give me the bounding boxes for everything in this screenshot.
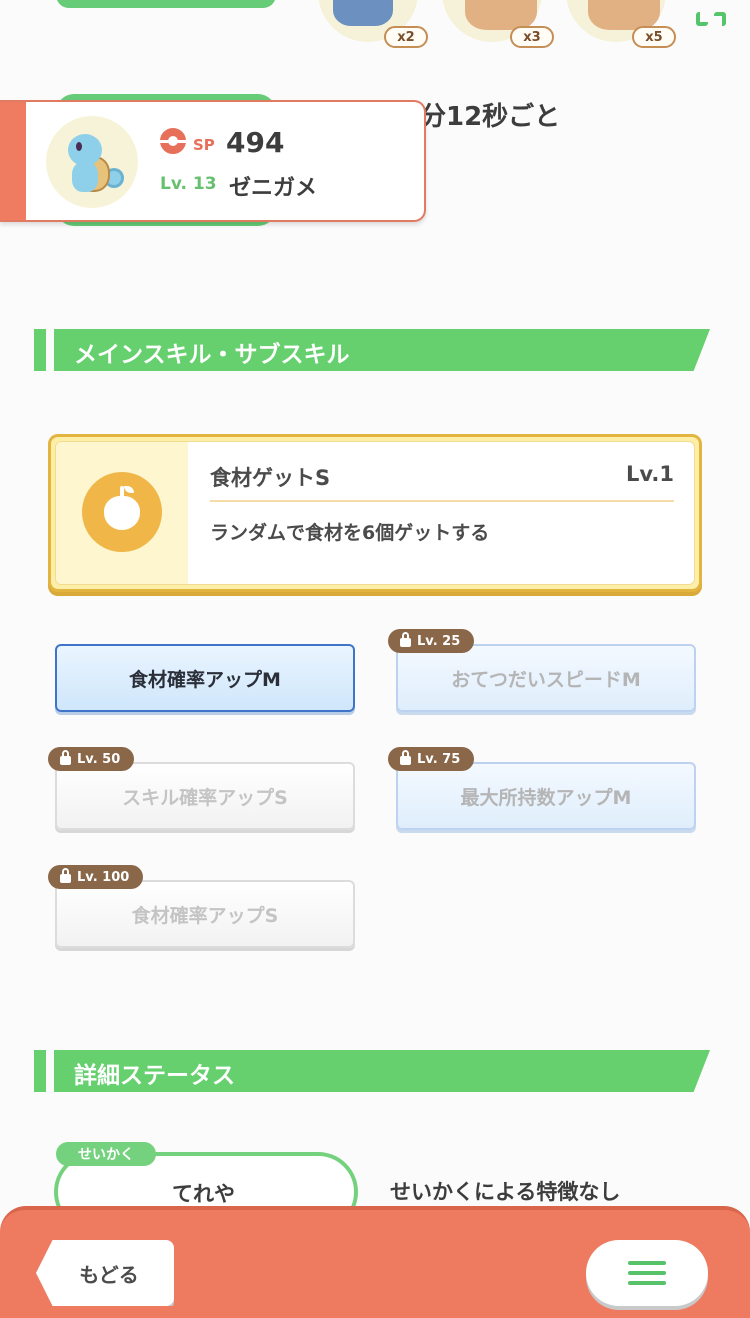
skills-section-header: メインスキル・サブスキル [34, 329, 710, 371]
sub-skill-3-lock-tag: Lv. 50 [48, 747, 135, 771]
pokemon-level: Lv. 13 [160, 174, 217, 194]
main-skill-divider [210, 500, 674, 502]
lock-icon [400, 750, 411, 765]
pokemon-name: ゼニガメ [229, 176, 318, 201]
lock-icon [60, 868, 71, 883]
lock-icon [60, 750, 71, 765]
sub-skill-2-lock-tag: Lv. 25 [388, 629, 475, 653]
main-skill-description: ランダムで食材を6個ゲットする [210, 522, 490, 544]
sub-skill-5-lock-tag: Lv. 100 [48, 865, 144, 889]
pokeball-icon [160, 128, 186, 154]
sub-skill-5-button[interactable]: 食材確率アップS [55, 880, 355, 948]
main-skill-card[interactable]: 食材ゲットS Lv.1 ランダムで食材を6個ゲットする [48, 434, 702, 592]
sub-skill-4-unlock-level: Lv. 75 [417, 751, 461, 767]
sub-skill-5-unlock-level: Lv. 100 [77, 869, 130, 885]
sub-skill-3-unlock-level: Lv. 50 [77, 751, 121, 767]
lock-icon [400, 632, 411, 647]
sub-skill-4-lock-tag: Lv. 75 [388, 747, 475, 771]
pokemon-info-card: SP 494 Lv. 13 ゼニガメ [0, 100, 426, 222]
pokemon-avatar [46, 116, 138, 208]
nature-value: てれや [172, 1182, 235, 1206]
sub-skill-4-label: 最大所持数アップM [460, 786, 632, 809]
hamburger-menu-icon[interactable] [586, 1240, 708, 1306]
ingredient-1-quantity: x2 [384, 26, 428, 48]
apple-icon [82, 472, 162, 552]
sub-skill-2-label: おてつだいスピードM [451, 668, 641, 691]
ingredient-2-quantity: x3 [510, 26, 554, 48]
card-accent-stripe [0, 102, 26, 220]
status-section-header: 詳細ステータス [34, 1050, 710, 1092]
sub-skill-1-button[interactable]: 食材確率アップM [55, 644, 355, 712]
sp-value: 494 [226, 126, 285, 159]
sub-skill-4-button[interactable]: 最大所持数アップM [396, 762, 696, 830]
ingredient-1-icon [333, 0, 393, 26]
sub-skill-3-button[interactable]: スキル確率アップS [55, 762, 355, 830]
ingredient-3-quantity: x5 [632, 26, 676, 48]
sub-skill-2-button[interactable]: おてつだいスピードM [396, 644, 696, 712]
skills-section-title: メインスキル・サブスキル [74, 342, 350, 368]
sub-skill-5-label: 食材確率アップS [131, 904, 279, 927]
sub-skill-2-unlock-level: Lv. 25 [417, 633, 461, 649]
back-button[interactable]: もどる [36, 1240, 174, 1306]
sub-skill-3-label: スキル確率アップS [122, 786, 288, 809]
main-skill-level: Lv.1 [626, 462, 674, 486]
nature-effect: せいかくによる特徴なし [390, 1180, 621, 1204]
status-section-title: 詳細ステータス [74, 1063, 235, 1089]
sub-skill-1-label: 食材確率アップM [129, 668, 281, 691]
nature-tag: せいかく [56, 1142, 156, 1166]
back-button-label: もどる [79, 1262, 139, 1287]
top-action-button[interactable] [56, 0, 276, 8]
help-frequency-text: 分12秒ごと [420, 102, 561, 132]
main-skill-name: 食材ゲットS [210, 466, 331, 490]
sp-label: SP [193, 136, 215, 154]
expand-icon[interactable] [696, 12, 726, 28]
